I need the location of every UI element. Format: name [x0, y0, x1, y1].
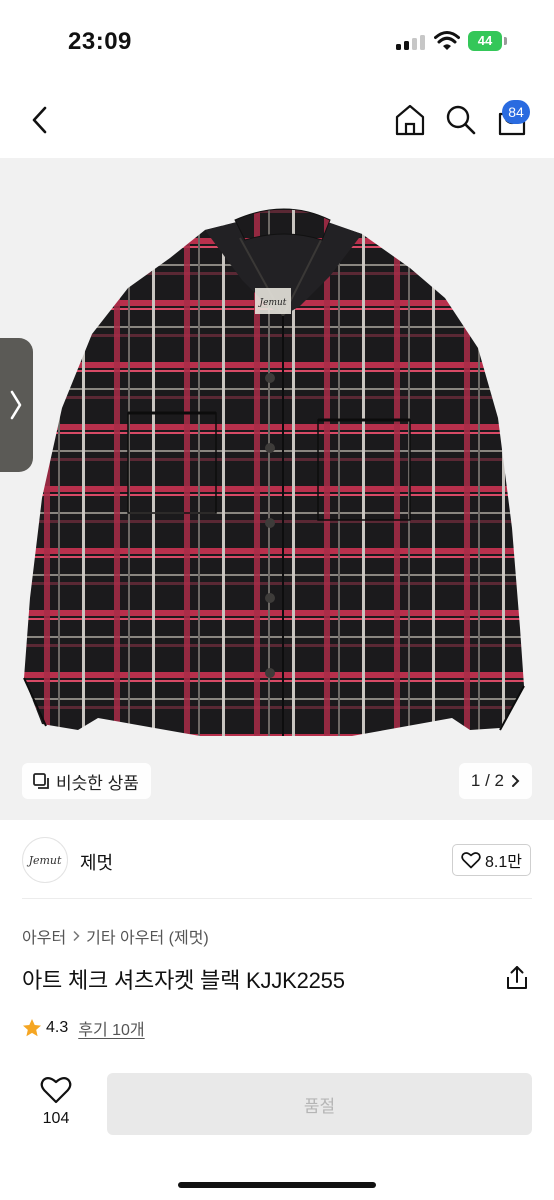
back-icon[interactable]	[24, 102, 56, 138]
product-title: 아트 체크 셔츠자켓 블랙 KJJK2255	[22, 968, 345, 993]
bottom-bar: 104 품절	[0, 1060, 554, 1200]
home-icon[interactable]	[392, 102, 428, 138]
share-icon[interactable]	[504, 964, 530, 992]
rating-row: 4.3 후기 10개	[22, 1016, 145, 1040]
sold-out-button[interactable]: 품절	[107, 1073, 532, 1135]
cart-count-badge: 84	[502, 100, 530, 124]
similar-products-label: 비슷한 상품	[56, 773, 139, 793]
image-page-indicator[interactable]: 1 / 2	[458, 763, 532, 799]
search-icon[interactable]	[444, 102, 478, 138]
product-brand-label: Jemut	[258, 298, 287, 308]
battery-level: 44	[468, 31, 502, 51]
chevron-right-icon	[10, 390, 22, 420]
similar-icon	[33, 773, 49, 789]
reviews-link[interactable]: 후기 10개	[78, 1016, 144, 1040]
side-drawer-tab[interactable]	[0, 338, 33, 472]
nav-bar	[0, 82, 554, 158]
star-icon	[23, 1019, 41, 1037]
status-bar: 23:09 44	[0, 0, 554, 82]
battery-icon: 44	[468, 31, 508, 51]
chevron-right-icon	[512, 775, 520, 787]
brand-like-button[interactable]: 8.1만	[452, 844, 531, 876]
wifi-icon	[434, 31, 460, 50]
wish-count: 104	[42, 1110, 70, 1127]
heart-icon[interactable]	[40, 1075, 72, 1105]
rating-value: 4.3	[46, 1019, 69, 1036]
similar-products-button[interactable]: 비슷한 상품	[22, 763, 151, 799]
product-image[interactable]: Jemut 비슷한 상품 1 / 2	[0, 158, 554, 820]
brand-like-count: 8.1만	[485, 854, 522, 871]
signal-icon	[396, 34, 426, 50]
product-photo: Jemut	[23, 208, 525, 736]
brand-logo[interactable]: Jemut	[22, 837, 68, 883]
brand-row[interactable]: Jemut 제멋 8.1만	[0, 820, 554, 898]
brand-name[interactable]: 제멋	[80, 849, 113, 875]
page-indicator-text: 1 / 2	[470, 771, 504, 790]
breadcrumb-category[interactable]: 아우터	[22, 924, 66, 948]
home-indicator	[178, 1182, 376, 1188]
heart-icon	[461, 852, 481, 869]
breadcrumb-subcategory[interactable]: 기타 아우터 (제멋)	[86, 924, 209, 948]
breadcrumb: 아우터 기타 아우터 (제멋)	[22, 924, 209, 948]
status-time: 23:09	[68, 28, 132, 55]
chevron-right-icon	[73, 930, 80, 942]
divider	[22, 898, 532, 899]
